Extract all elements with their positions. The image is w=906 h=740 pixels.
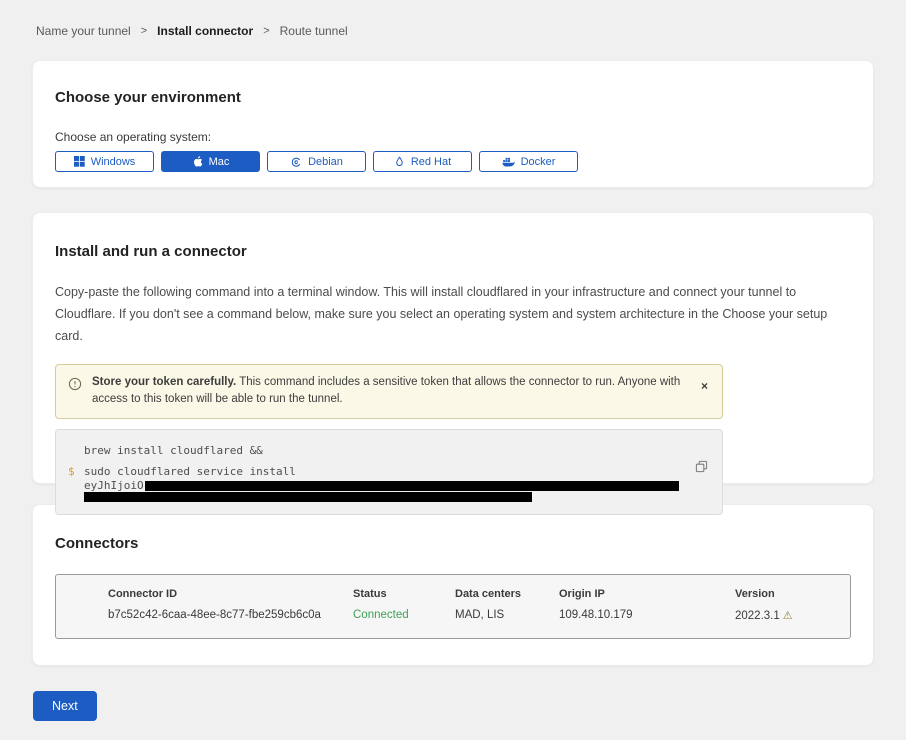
- windows-icon: [74, 156, 85, 167]
- connectors-table-header: Connector ID Status Data centers Origin …: [108, 588, 850, 600]
- environment-card: Choose your environment Choose an operat…: [32, 60, 874, 188]
- install-description: Copy-paste the following command into a …: [55, 282, 851, 348]
- apple-icon: [192, 155, 203, 168]
- warning-triangle-icon: ⚠: [783, 610, 793, 622]
- os-button-docker[interactable]: Docker: [479, 151, 578, 172]
- os-button-label: Mac: [209, 156, 230, 168]
- connectors-table: Connector ID Status Data centers Origin …: [55, 574, 851, 639]
- token-line: eyJhIjoiO: [84, 480, 682, 491]
- os-button-group: Windows Mac Debian Red Hat Docker: [55, 151, 851, 172]
- os-button-label: Docker: [521, 156, 556, 168]
- alert-circle-icon: [68, 377, 82, 396]
- breadcrumb-install-connector[interactable]: Install connector: [157, 24, 253, 38]
- os-button-redhat[interactable]: Red Hat: [373, 151, 472, 172]
- breadcrumb-separator: >: [141, 25, 147, 37]
- connector-id-value: b7c52c42-6caa-48ee-8c77-fbe259cb6c0a: [108, 609, 353, 622]
- next-button[interactable]: Next: [33, 691, 97, 721]
- origin-ip-value: 109.48.10.179: [559, 609, 735, 622]
- token-warning-text: Store your token carefully. This command…: [92, 374, 687, 410]
- os-select-label: Choose an operating system:: [55, 130, 851, 144]
- data-centers-value: MAD, LIS: [455, 609, 559, 622]
- status-badge: Connected: [353, 609, 455, 622]
- header-connector-id: Connector ID: [108, 588, 353, 600]
- command-line-2: $sudo cloudflared service install: [84, 464, 682, 480]
- redacted-token-bar: [145, 481, 679, 491]
- connectors-card-title: Connectors: [55, 535, 851, 552]
- os-button-debian[interactable]: Debian: [267, 151, 366, 172]
- breadcrumb-separator: >: [263, 25, 269, 37]
- install-connector-card: Install and run a connector Copy-paste t…: [32, 212, 874, 484]
- breadcrumb-name-your-tunnel[interactable]: Name your tunnel: [36, 24, 131, 38]
- token-line-2: [84, 491, 682, 502]
- os-button-mac[interactable]: Mac: [161, 151, 260, 172]
- install-card-title: Install and run a connector: [55, 243, 851, 260]
- footer: Next: [33, 691, 906, 721]
- copy-icon[interactable]: [693, 458, 710, 478]
- header-origin-ip: Origin IP: [559, 588, 735, 600]
- shell-prompt: $: [68, 464, 75, 480]
- command-block: brew install cloudflared && $sudo cloudf…: [55, 429, 723, 515]
- version-value: 2022.3.1⚠: [735, 609, 850, 622]
- header-status: Status: [353, 588, 455, 600]
- os-button-windows[interactable]: Windows: [55, 151, 154, 172]
- table-row: b7c52c42-6caa-48ee-8c77-fbe259cb6c0a Con…: [108, 609, 850, 622]
- os-button-label: Windows: [91, 156, 136, 168]
- breadcrumb-route-tunnel[interactable]: Route tunnel: [280, 24, 348, 38]
- breadcrumb: Name your tunnel > Install connector > R…: [0, 0, 906, 38]
- docker-icon: [502, 156, 515, 167]
- os-button-label: Red Hat: [411, 156, 451, 168]
- header-data-centers: Data centers: [455, 588, 559, 600]
- debian-icon: [290, 156, 302, 168]
- connectors-card: Connectors Connector ID Status Data cent…: [32, 504, 874, 666]
- token-warning-title: Store your token carefully.: [92, 376, 236, 388]
- header-version: Version: [735, 588, 850, 600]
- environment-card-title: Choose your environment: [55, 89, 851, 106]
- redacted-token-bar: [84, 492, 532, 502]
- redhat-icon: [394, 156, 405, 168]
- close-icon[interactable]: ×: [701, 380, 708, 392]
- os-button-label: Debian: [308, 156, 343, 168]
- token-warning-banner: Store your token carefully. This command…: [55, 364, 723, 420]
- command-line-1: brew install cloudflared &&: [84, 443, 682, 459]
